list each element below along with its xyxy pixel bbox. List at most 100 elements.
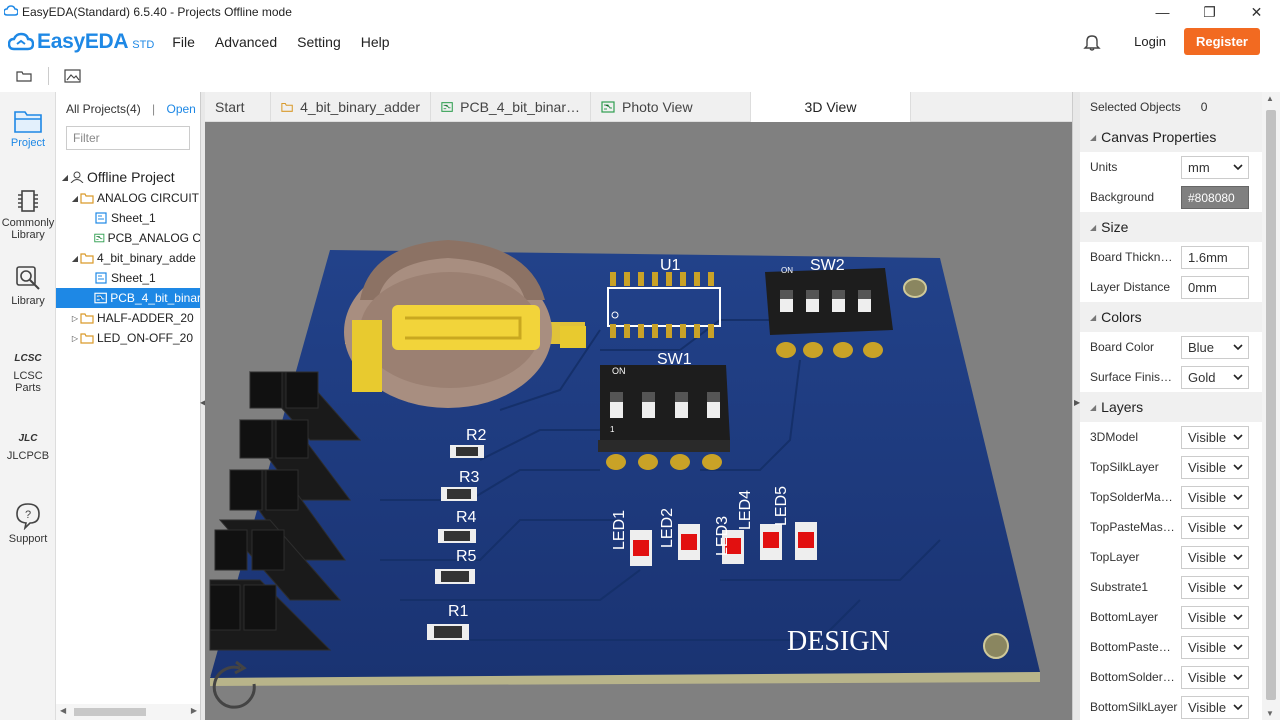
rail-support[interactable]: ? Support bbox=[0, 502, 56, 545]
image-icon bbox=[64, 69, 81, 83]
pcb-icon bbox=[94, 292, 107, 304]
layer-visibility-select[interactable]: Visible bbox=[1181, 666, 1249, 689]
layer-visibility-select[interactable]: Visible bbox=[1181, 606, 1249, 629]
tab-label: Start bbox=[215, 99, 245, 115]
tab-pcb[interactable]: PCB_4_bit_binar… bbox=[431, 92, 591, 122]
select-value: Blue bbox=[1188, 340, 1215, 355]
register-button[interactable]: Register bbox=[1183, 28, 1260, 55]
bell-icon[interactable] bbox=[1082, 32, 1102, 52]
jlc-logo-icon: JLC bbox=[18, 433, 38, 444]
tree-row-half-adder[interactable]: ▷ HALF-ADDER_20 bbox=[56, 308, 201, 328]
rail-library[interactable]: Library bbox=[0, 264, 56, 307]
board-thickness-input[interactable]: 1.6mm bbox=[1181, 246, 1249, 269]
section-canvas-properties[interactable]: ◢ Canvas Properties bbox=[1080, 122, 1262, 152]
expand-arrow-icon[interactable]: ▷ bbox=[70, 314, 80, 323]
menu-setting[interactable]: Setting bbox=[297, 34, 341, 50]
led3-label: LED3 bbox=[714, 516, 731, 556]
window-title: EasyEDA(Standard) 6.5.40 - Projects Offl… bbox=[22, 5, 292, 19]
right-splitter[interactable]: ▶ bbox=[1072, 92, 1080, 720]
scroll-down-icon[interactable]: ▼ bbox=[1266, 709, 1274, 718]
layer-visibility-select[interactable]: Visible bbox=[1181, 546, 1249, 569]
prop-surface-finish: Surface Finis… Gold bbox=[1080, 362, 1262, 392]
folder-icon bbox=[80, 333, 94, 344]
pcb-3d-render[interactable]: U1 SW2 SW1 ON ON 1 R2 R3 R4 R5 R1 LED1 L… bbox=[205, 122, 1072, 720]
units-select[interactable]: mm bbox=[1181, 156, 1249, 179]
tree-row-4bit-adder[interactable]: ◢ 4_bit_binary_adde bbox=[56, 248, 201, 268]
scroll-thumb[interactable] bbox=[74, 708, 146, 716]
scroll-up-icon[interactable]: ▲ bbox=[1266, 94, 1274, 103]
layer-visibility-select[interactable]: Visible bbox=[1181, 456, 1249, 479]
layer-visibility-select[interactable]: Visible bbox=[1181, 696, 1249, 719]
image-export-button[interactable] bbox=[63, 66, 83, 86]
login-link[interactable]: Login bbox=[1134, 34, 1166, 49]
layer-distance-input[interactable]: 0mm bbox=[1181, 276, 1249, 299]
collapse-arrow-icon[interactable]: ◢ bbox=[70, 254, 80, 263]
section-colors[interactable]: ◢ Colors bbox=[1080, 302, 1262, 332]
tree-row-analog-circuit[interactable]: ◢ ANALOG CIRCUIT bbox=[56, 188, 201, 208]
tab-photo-view[interactable]: Photo View bbox=[591, 92, 751, 122]
collapse-arrow-icon[interactable]: ◢ bbox=[70, 194, 80, 203]
easyeda-logo: EasyEDA STD bbox=[8, 30, 154, 54]
collapse-triangle-icon[interactable]: ◢ bbox=[1090, 403, 1096, 412]
all-projects-label[interactable]: All Projects(4) bbox=[66, 102, 141, 116]
rail-jlcpcb[interactable]: JLC JLCPCB bbox=[0, 428, 56, 462]
tree-row-pcb-4bit[interactable]: PCB_4_bit_binar bbox=[56, 288, 201, 308]
project-folder-icon bbox=[14, 111, 42, 133]
tree-row-sheet[interactable]: Sheet_1 bbox=[56, 268, 201, 288]
prop-label: Board Color bbox=[1090, 340, 1155, 354]
chevron-down-icon bbox=[1233, 674, 1243, 681]
menu-help[interactable]: Help bbox=[361, 34, 390, 50]
led4-label: LED4 bbox=[737, 490, 754, 530]
select-value: Visible bbox=[1188, 430, 1227, 445]
collapse-triangle-icon[interactable]: ◢ bbox=[1090, 313, 1096, 322]
select-value: Visible bbox=[1188, 700, 1227, 715]
project-filter-input[interactable]: Filter bbox=[66, 126, 190, 150]
tab-schematic[interactable]: 4_bit_binary_adder bbox=[271, 92, 431, 122]
tree-row-led-on-off[interactable]: ▷ LED_ON-OFF_20 bbox=[56, 328, 201, 348]
project-hscroll[interactable]: ◀ ▶ bbox=[56, 704, 201, 720]
tree-row-sheet[interactable]: Sheet_1 bbox=[56, 208, 201, 228]
tree-row-pcb-analog[interactable]: PCB_ANALOG C bbox=[56, 228, 201, 248]
open-folder-button[interactable] bbox=[14, 66, 34, 86]
surface-finish-select[interactable]: Gold bbox=[1181, 366, 1249, 389]
tree-row-offline-project[interactable]: ◢ Offline Project bbox=[56, 166, 201, 188]
properties-vscroll[interactable]: ▲ ▼ bbox=[1262, 92, 1280, 720]
background-color-input[interactable]: #808080 bbox=[1181, 186, 1249, 209]
layer-visibility-select[interactable]: Visible bbox=[1181, 486, 1249, 509]
tab-start[interactable]: Start bbox=[205, 92, 271, 122]
rail-project[interactable]: Project bbox=[0, 108, 56, 149]
rail-library-label: Library bbox=[11, 295, 45, 307]
scroll-right-icon[interactable]: ▶ bbox=[191, 706, 197, 715]
menu-file[interactable]: File bbox=[172, 34, 195, 50]
scroll-thumb[interactable] bbox=[1266, 110, 1276, 700]
layer-name: BottomLayer bbox=[1090, 610, 1159, 624]
rail-commonly-library[interactable]: Commonly Library bbox=[0, 188, 56, 241]
maximize-button[interactable]: ❐ bbox=[1186, 0, 1233, 24]
tab-label: PCB_4_bit_binar… bbox=[460, 99, 580, 115]
collapse-triangle-icon[interactable]: ◢ bbox=[1090, 223, 1096, 232]
section-size[interactable]: ◢ Size bbox=[1080, 212, 1262, 242]
toolbar bbox=[0, 60, 1280, 92]
collapse-arrow-icon[interactable]: ◢ bbox=[60, 173, 70, 182]
close-button[interactable]: ✕ bbox=[1233, 0, 1280, 24]
3d-canvas[interactable]: U1 SW2 SW1 ON ON 1 R2 R3 R4 R5 R1 LED1 L… bbox=[205, 122, 1072, 720]
select-value: Visible bbox=[1188, 640, 1227, 655]
scroll-left-icon[interactable]: ◀ bbox=[60, 706, 66, 715]
rail-lcsc-label: LCSC Parts bbox=[13, 370, 43, 394]
layer-visibility-select[interactable]: Visible bbox=[1181, 576, 1249, 599]
open-project-link[interactable]: Open bbox=[167, 102, 196, 116]
rail-lcsc-parts[interactable]: LCSC LCSC Parts bbox=[0, 348, 56, 394]
r4-label: R4 bbox=[456, 509, 477, 526]
collapse-triangle-icon[interactable]: ◢ bbox=[1090, 133, 1096, 142]
layer-visibility-select[interactable]: Visible bbox=[1181, 516, 1249, 539]
menu-advanced[interactable]: Advanced bbox=[215, 34, 277, 50]
expand-arrow-icon[interactable]: ▷ bbox=[70, 334, 80, 343]
board-color-select[interactable]: Blue bbox=[1181, 336, 1249, 359]
layer-visibility-select[interactable]: Visible bbox=[1181, 426, 1249, 449]
layer-visibility-select[interactable]: Visible bbox=[1181, 636, 1249, 659]
tab-3d-view[interactable]: 3D View bbox=[751, 92, 911, 122]
section-layers[interactable]: ◢ Layers bbox=[1080, 392, 1262, 422]
minimize-button[interactable]: — bbox=[1139, 0, 1186, 24]
layer-name: TopSilkLayer bbox=[1090, 460, 1159, 474]
layer-name: BottomSolder… bbox=[1090, 670, 1175, 684]
